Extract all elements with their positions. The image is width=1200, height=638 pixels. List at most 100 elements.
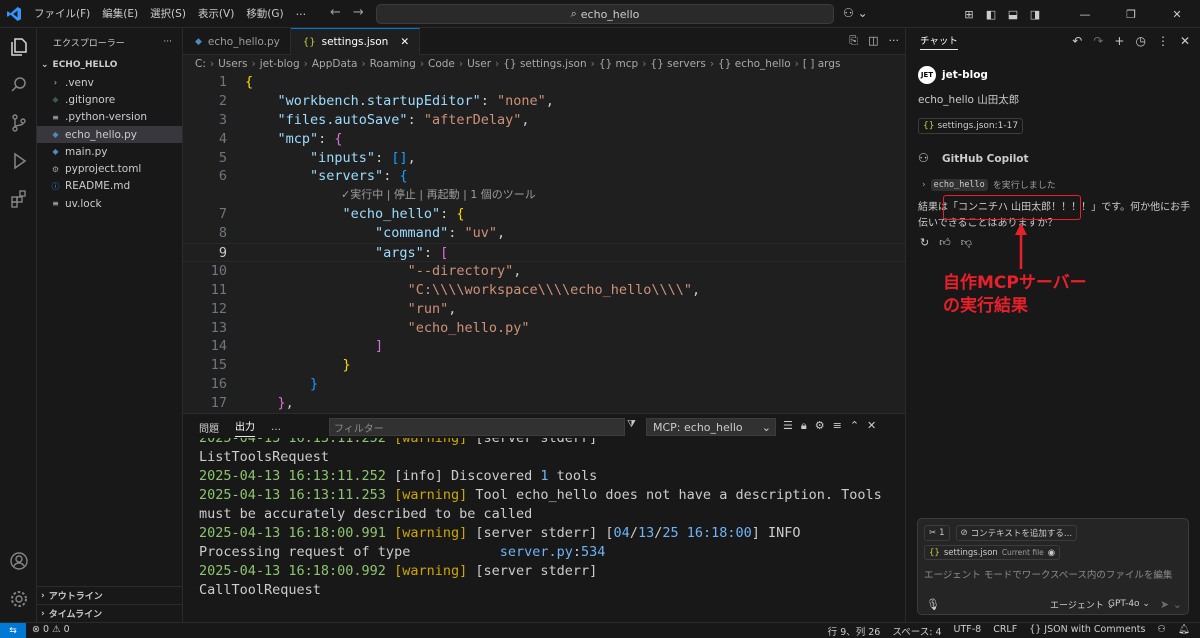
thumbs-down-icon[interactable]: 👎︎	[961, 236, 972, 249]
lock-icon[interactable]: 🔒︎	[801, 419, 807, 433]
menu-view[interactable]: 表示(V)	[192, 6, 240, 21]
customize-layout-icon[interactable]: ⊞	[958, 8, 980, 21]
file-item-readme[interactable]: ⓘ README.md	[37, 178, 182, 195]
menu-go[interactable]: 移動(G)	[240, 6, 289, 21]
chat-input-field[interactable]: エージェント モードでワークスペース内のファイルを編集	[924, 567, 1186, 581]
tools-button[interactable]: ✂ 1	[924, 525, 950, 541]
search-view-icon[interactable]	[0, 66, 37, 104]
menu-file[interactable]: ファイル(F)	[28, 6, 96, 21]
new-chat-icon[interactable]: +	[1114, 34, 1124, 48]
model-picker[interactable]: GPT-4o ⌄	[1108, 599, 1150, 609]
notifications-icon[interactable]: 🔔︎	[1178, 624, 1190, 638]
redo-icon[interactable]: ↷	[1093, 34, 1103, 48]
tool-run-notice[interactable]: › echo_hello を実行しました	[922, 178, 1056, 191]
toggle-secondary-sidebar-icon[interactable]: ◨	[1024, 8, 1046, 21]
language-mode[interactable]: {} JSON with Comments	[1029, 624, 1145, 638]
toggle-sidebar-icon[interactable]: ◧	[980, 8, 1002, 21]
breadcrumb-item[interactable]: Users	[218, 58, 247, 70]
explorer-icon[interactable]	[0, 28, 37, 66]
undo-icon[interactable]: ↶	[1072, 34, 1082, 48]
extensions-icon[interactable]	[0, 180, 37, 218]
end-of-line[interactable]: CRLF	[993, 624, 1017, 638]
current-file-chip[interactable]: {} settings.json Current file ◉	[924, 545, 1061, 560]
menu-edit[interactable]: 編集(E)	[96, 6, 144, 21]
breadcrumb-item[interactable]: C:	[195, 58, 206, 70]
menu-more[interactable]: …	[290, 6, 313, 21]
history-icon[interactable]: ◷	[1135, 34, 1145, 48]
breadcrumb-item[interactable]: {} echo_hello	[718, 58, 791, 70]
breadcrumb-item[interactable]: {} mcp	[599, 58, 638, 70]
output-channel-select[interactable]: MCP: echo_hello ⌄	[646, 418, 776, 436]
mcp-codelens[interactable]: ✓実行中 | 停止 | 再起動 | 1 個のツール	[341, 186, 536, 205]
indentation[interactable]: スペース: 4	[892, 624, 941, 638]
breadcrumb-item[interactable]: Roaming	[370, 58, 416, 70]
file-item-main[interactable]: ◆ main.py	[37, 143, 182, 160]
clear-output-icon[interactable]: ≡	[833, 419, 842, 433]
open-settings-ui-icon[interactable]: ⎘	[849, 34, 858, 48]
account-icon[interactable]	[0, 542, 37, 580]
file-item-uvlock[interactable]: ≡ uv.lock	[37, 195, 182, 212]
copilot-menu-icon[interactable]: ⚇ ⌄	[843, 6, 868, 20]
breadcrumb-item[interactable]: User	[467, 58, 491, 70]
copilot-status-icon[interactable]: ⚇	[1157, 624, 1166, 638]
back-arrow-icon[interactable]: ←	[330, 5, 341, 20]
tab-problems[interactable]: 問題	[199, 420, 219, 435]
chevron-right-icon: ›	[53, 78, 58, 88]
close-tab-icon[interactable]: ✕	[400, 36, 409, 48]
add-context-button[interactable]: ⊘ コンテキストを追加する...	[955, 525, 1078, 541]
more-actions-icon[interactable]: ···	[163, 37, 172, 47]
panel-more-icon[interactable]: …	[271, 422, 281, 433]
split-editor-icon[interactable]: ◫	[868, 34, 878, 48]
tab-settings-json[interactable]: {} settings.json ✕	[290, 28, 421, 55]
breadcrumb-item[interactable]: {} settings.json	[503, 58, 586, 70]
close-panel-icon[interactable]: ✕	[867, 419, 876, 433]
retry-icon[interactable]: ↻	[920, 236, 929, 249]
file-item-pyproject[interactable]: ⚙ pyproject.toml	[37, 160, 182, 177]
tab-output[interactable]: 出力	[235, 418, 255, 437]
file-item-gitignore[interactable]: ◆ .gitignore	[37, 91, 182, 108]
file-item-echo-hello[interactable]: ◆ echo_hello.py	[37, 125, 182, 144]
toggle-panel-icon[interactable]: ⬓	[1002, 8, 1024, 21]
settings-gear-icon[interactable]: ⚙	[815, 419, 825, 433]
editor-more-icon[interactable]: ···	[889, 34, 900, 48]
send-icon[interactable]: ➤ ⌄	[1160, 598, 1182, 611]
breadcrumb-separator: ›	[419, 58, 425, 70]
code-editor[interactable]: 1{ 2 "workbench.startupEditor": "none", …	[183, 73, 905, 413]
filter-icon[interactable]: ⧩	[627, 419, 636, 430]
tab-echo-hello-py[interactable]: ◆ echo_hello.py	[183, 28, 291, 55]
breadcrumb-item[interactable]: Code	[428, 58, 455, 70]
breadcrumb-item[interactable]: [ ] args	[803, 58, 841, 70]
source-control-icon[interactable]	[0, 104, 37, 142]
file-item-python-version[interactable]: ≡ .python-version	[37, 109, 182, 126]
eye-icon[interactable]: ◉	[1048, 548, 1055, 558]
workspace-folder[interactable]: ⌄ ECHO_HELLO	[37, 56, 182, 74]
microphone-icon[interactable]: 🎙︎	[926, 598, 940, 611]
settings-gear-icon[interactable]	[0, 580, 37, 618]
minimize-icon[interactable]: —	[1062, 8, 1108, 21]
command-center-search[interactable]: ⌕ echo_hello	[376, 4, 834, 24]
close-chat-icon[interactable]: ✕	[1180, 34, 1190, 48]
problems-status[interactable]: ⊗ 0 ⚠ 0	[32, 624, 70, 635]
close-window-icon[interactable]: ✕	[1154, 8, 1200, 21]
breadcrumb-item[interactable]: {} servers	[650, 58, 705, 70]
outline-section[interactable]: › アウトライン	[37, 586, 183, 604]
timeline-section[interactable]: › タイムライン	[37, 604, 183, 622]
forward-arrow-icon[interactable]: →	[353, 5, 364, 20]
remote-icon[interactable]: ⇆	[0, 623, 26, 638]
mode-picker[interactable]: エージェント ⌄	[1050, 598, 1114, 611]
output-log[interactable]: 2025-04-13 16:13:11.252 [warning] [serve…	[199, 438, 899, 623]
list-icon[interactable]: ☰	[783, 419, 793, 433]
encoding[interactable]: UTF-8	[953, 624, 981, 638]
menu-selection[interactable]: 選択(S)	[144, 6, 192, 21]
run-debug-icon[interactable]	[0, 142, 37, 180]
breadcrumb-item[interactable]: AppData	[312, 58, 358, 70]
breadcrumb-item[interactable]: jet-blog	[260, 58, 300, 70]
reference-chip[interactable]: {} settings.json:1-17	[918, 118, 1024, 134]
restore-icon[interactable]: ❐	[1108, 8, 1154, 21]
chat-more-icon[interactable]: ⋮	[1157, 34, 1169, 48]
cursor-position[interactable]: 行 9、列 26	[828, 624, 881, 638]
file-item-venv[interactable]: › .venv	[37, 74, 182, 91]
maximize-panel-icon[interactable]: ⌃	[850, 419, 859, 433]
thumbs-up-icon[interactable]: 👍︎	[939, 236, 951, 249]
output-filter-input[interactable]: フィルター	[329, 418, 625, 436]
